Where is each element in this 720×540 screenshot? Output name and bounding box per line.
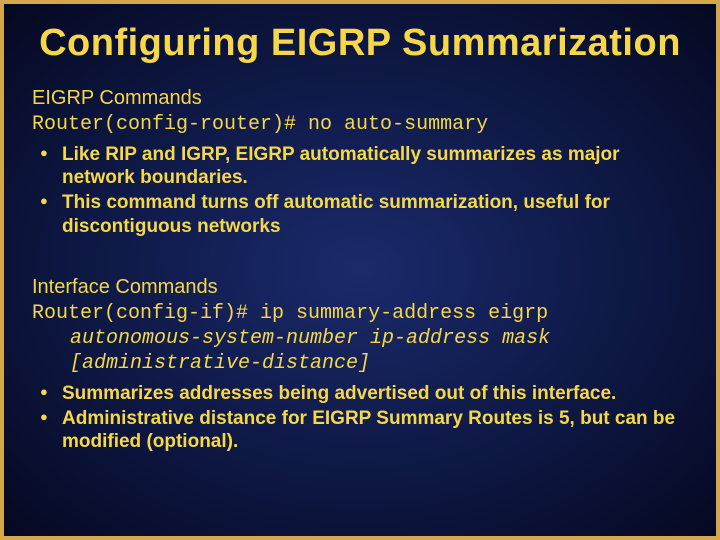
command-text: ip summary-address eigrp: [260, 302, 548, 325]
list-item: Summarizes addresses being advertised ou…: [40, 382, 688, 405]
section2-label: Interface Commands: [32, 276, 688, 299]
slide-title: Configuring EIGRP Summarization: [32, 22, 688, 65]
router-prompt: Router(config-router)#: [32, 113, 308, 136]
section2-bullets: Summarizes addresses being advertised ou…: [32, 382, 688, 454]
section1-bullets: Like RIP and IGRP, EIGRP automatically s…: [32, 143, 688, 238]
slide: Configuring EIGRP Summarization EIGRP Co…: [0, 0, 720, 540]
list-item: This command turns off automatic summari…: [40, 191, 688, 237]
spacer: [32, 252, 688, 266]
list-item: Administrative distance for EIGRP Summar…: [40, 407, 688, 453]
command-continuation: autonomous-system-number ip-address mask: [32, 326, 688, 351]
command-text: no auto-summary: [308, 113, 488, 136]
list-item: Like RIP and IGRP, EIGRP automatically s…: [40, 143, 688, 189]
command-continuation: [administrative-distance]: [32, 351, 688, 376]
section1-label: EIGRP Commands: [32, 87, 688, 110]
section1-command: Router(config-router)# no auto-summary: [32, 112, 688, 137]
section2-command: Router(config-if)# ip summary-address ei…: [32, 301, 688, 376]
router-prompt: Router(config-if)#: [32, 302, 260, 325]
